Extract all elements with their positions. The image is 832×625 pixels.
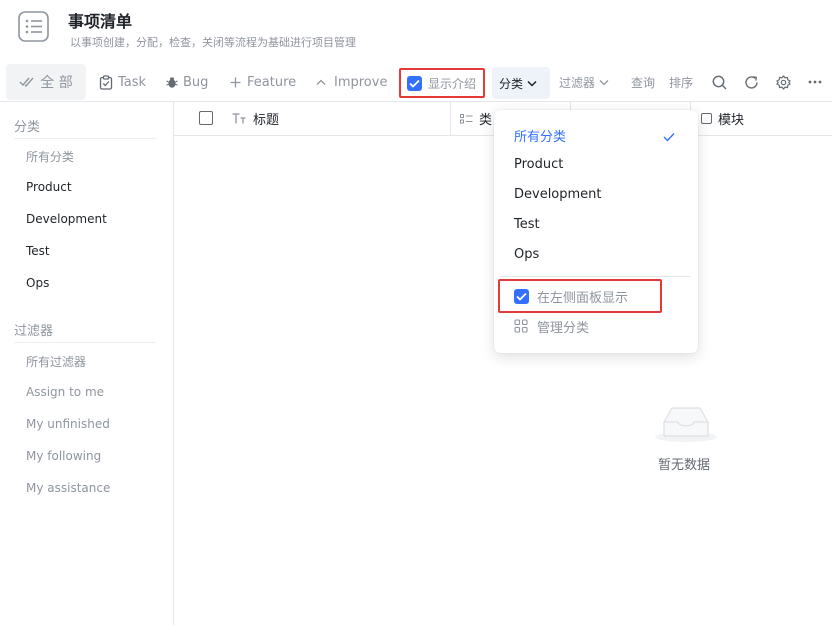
list-type-icon [460, 113, 473, 123]
tab-bug[interactable]: Bug [166, 64, 208, 100]
chevron-down-icon [599, 79, 609, 85]
page-subtitle: 以事项创建，分配，检查，关闭等流程为基础进行项目管理 [70, 36, 356, 49]
dropdown-item-development[interactable]: Development [514, 187, 602, 202]
tab-all[interactable]: 全 部 [6, 64, 86, 100]
column-header-module-label: 模块 [718, 113, 745, 128]
manage-categories-button[interactable]: 管理分类 [514, 317, 590, 336]
page-title: 事项清单 [68, 12, 133, 31]
chevron-up-icon [316, 79, 326, 85]
column-header-title-label: 标题 [253, 113, 280, 128]
chevron-down-icon [527, 80, 537, 87]
category-dropdown-menu: 所有分类 Product Development Test Ops 在左侧面板显… [494, 110, 698, 353]
show-in-left-panel-label: 在左侧面板显示 [537, 290, 629, 306]
column-header-module[interactable]: 模块 [701, 102, 744, 135]
checkbox-checked-icon [407, 75, 422, 91]
divider [14, 342, 156, 343]
tab-feature-label: Feature [247, 74, 297, 90]
filter-button-label: 过滤器 [559, 75, 596, 90]
sidebar-item-assign-to-me[interactable]: Assign to me [26, 385, 104, 399]
check-icon [663, 127, 675, 146]
filter-dropdown-button[interactable]: 过滤器 [559, 64, 609, 100]
search-button[interactable] [712, 64, 727, 100]
sidebar-item-my-unfinished[interactable]: My unfinished [26, 417, 110, 431]
refresh-button[interactable] [744, 64, 759, 100]
sidebar: 分类 所有分类 Product Development Test Ops 过滤器… [0, 102, 174, 625]
list-icon [17, 10, 50, 43]
query-button[interactable]: 查询 [631, 64, 655, 100]
sidebar-item-all-filters[interactable]: 所有过滤器 [26, 353, 86, 370]
empty-inbox-icon [654, 402, 718, 446]
tab-task-label: Task [118, 74, 147, 90]
bug-icon [166, 77, 178, 88]
divider [14, 138, 156, 139]
column-header-category[interactable]: 类 [460, 102, 492, 135]
gear-icon [776, 74, 791, 90]
column-header-title[interactable]: 标题 [232, 102, 279, 135]
show-intro-label: 显示介绍 [428, 76, 477, 91]
divider [500, 276, 690, 277]
grid-icon [514, 319, 528, 333]
tab-improve[interactable]: Improve [316, 64, 387, 100]
sidebar-item-test[interactable]: Test [26, 244, 50, 258]
sidebar-filter-heading: 过滤器 [14, 324, 54, 339]
sidebar-category-heading: 分类 [14, 120, 41, 135]
sidebar-item-development[interactable]: Development [26, 212, 107, 226]
column-divider [450, 102, 451, 135]
more-icon [808, 80, 822, 84]
clipboard-check-icon [99, 74, 113, 90]
select-all-checkbox[interactable] [199, 111, 213, 125]
checkbox-icon [701, 113, 712, 124]
tab-all-label: 全 部 [40, 75, 73, 91]
category-button-label: 分类 [499, 76, 524, 91]
sidebar-item-ops[interactable]: Ops [26, 276, 49, 290]
refresh-icon [745, 75, 758, 89]
empty-state-text: 暂无数据 [658, 458, 711, 473]
show-in-left-panel-checkbox[interactable]: 在左侧面板显示 [498, 279, 662, 313]
sidebar-item-my-assistance[interactable]: My assistance [26, 481, 110, 495]
tab-task[interactable]: Task [99, 64, 146, 100]
more-button[interactable] [808, 64, 822, 100]
sidebar-item-my-following[interactable]: My following [26, 449, 101, 463]
toolbar: 全 部 Task Bug Feature Improve 显示介绍 分类 过滤器… [0, 64, 832, 102]
column-header-category-label: 类 [479, 113, 493, 128]
dropdown-item-ops[interactable]: Ops [514, 247, 539, 262]
dropdown-item-test[interactable]: Test [514, 217, 540, 232]
sort-button[interactable]: 排序 [669, 64, 693, 100]
settings-button[interactable] [776, 64, 791, 100]
text-type-icon [232, 113, 246, 124]
tab-bug-label: Bug [183, 74, 209, 90]
sidebar-item-product[interactable]: Product [26, 180, 72, 194]
category-dropdown-button[interactable]: 分类 [492, 67, 550, 99]
manage-categories-label: 管理分类 [537, 320, 590, 336]
checkbox-checked-icon [514, 288, 529, 304]
plus-icon [230, 77, 241, 87]
dropdown-item-product[interactable]: Product [514, 157, 563, 172]
show-intro-checkbox[interactable]: 显示介绍 [399, 68, 485, 98]
dropdown-item-all-categories[interactable]: 所有分类 [514, 126, 566, 145]
double-check-icon [19, 77, 34, 88]
tab-feature[interactable]: Feature [230, 64, 296, 100]
sidebar-item-all-categories[interactable]: 所有分类 [26, 148, 74, 165]
search-icon [712, 75, 727, 89]
tab-improve-label: Improve [334, 74, 388, 90]
